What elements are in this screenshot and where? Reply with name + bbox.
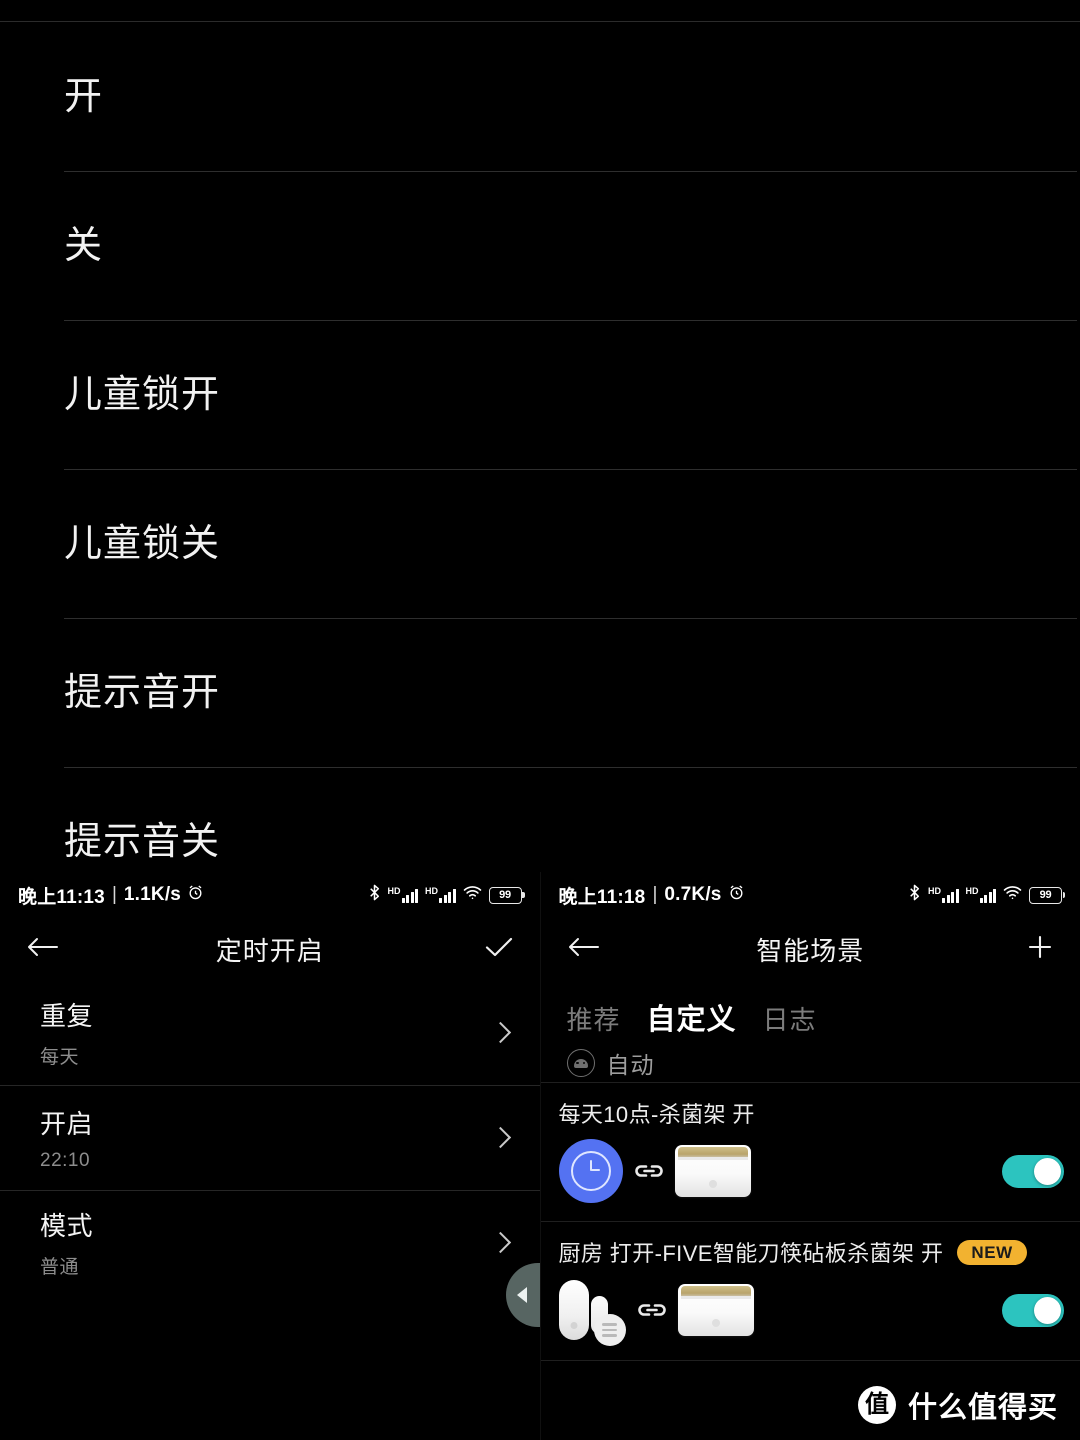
back-arrow-icon[interactable] [567, 935, 601, 964]
screenshot-root: 开 关 儿童锁开 儿童锁关 提示音开 提示音关 晚上11:13 | 1.1K/s… [0, 0, 1080, 1440]
scene-icon-chain [558, 1280, 754, 1346]
wifi-icon [463, 885, 482, 905]
door-sensor-icon [558, 1280, 626, 1346]
option-label: 儿童锁开 [64, 373, 221, 416]
settings-row-start-time[interactable]: 开启 22:10 [0, 1085, 540, 1190]
option-label: 开 [64, 75, 104, 118]
clock-icon [558, 1139, 623, 1203]
scene-card[interactable]: 厨房 打开-FIVE智能刀筷砧板杀菌架 开 NEW [541, 1222, 1080, 1360]
check-icon[interactable] [484, 935, 514, 964]
signal-bars-icon-2: HD [425, 885, 456, 903]
link-chain-icon [633, 1162, 665, 1180]
app-bar: 定时开启 [0, 918, 540, 980]
scene-toggle[interactable] [1002, 1154, 1064, 1188]
timer-settings-pane: 晚上11:13 | 1.1K/s HD HD 99 定时开启 重复 每天 开启 … [0, 872, 540, 1440]
scene-icon-chain [558, 1139, 751, 1203]
bluetooth-icon [908, 884, 921, 906]
network-speed: 1.1K/s [123, 884, 182, 905]
settings-row-value: 每天 [40, 1047, 80, 1068]
watermark: 值 什么值得买 [857, 1384, 1058, 1426]
hd-label-2: HD [965, 885, 979, 896]
page-title: 定时开启 [215, 935, 324, 966]
chevron-right-icon [489, 1126, 511, 1149]
option-label: 提示音开 [64, 671, 221, 714]
settings-row-title: 模式 [40, 1211, 94, 1241]
list-item[interactable]: 开 [0, 22, 1080, 171]
new-badge: NEW [957, 1239, 1027, 1265]
screenshot-pair: 晚上11:13 | 1.1K/s HD HD 99 定时开启 重复 每天 开启 … [0, 872, 1080, 1440]
option-list[interactable]: 开 关 儿童锁开 儿童锁关 提示音开 提示音关 [0, 22, 1080, 872]
tab-log[interactable]: 日志 [763, 1000, 817, 1037]
alarm-clock-icon [187, 884, 204, 907]
chevron-right-icon [489, 1021, 511, 1044]
status-bar-left: 晚上11:18 | 0.7K/s [559, 882, 745, 909]
option-list-panel: 开 关 儿童锁开 儿童锁关 提示音开 提示音关 [0, 0, 1080, 872]
bluetooth-icon [368, 884, 381, 906]
status-separator: | [111, 884, 117, 905]
list-badge-icon [593, 1314, 626, 1346]
list-item[interactable]: 关 [0, 171, 1080, 320]
back-arrow-icon[interactable] [26, 935, 60, 964]
signal-bars-icon: HD [928, 885, 959, 903]
smart-scenes-pane: 晚上11:18 | 0.7K/s HD HD 99 智能场景 推荐 自定义 日志… [539, 872, 1080, 1440]
scene-title: 厨房 打开-FIVE智能刀筷砧板杀菌架 开 [558, 1241, 944, 1266]
status-bar-right: HD HD 99 [908, 884, 1065, 906]
option-label: 关 [64, 224, 104, 267]
settings-row-value: 22:10 [40, 1149, 91, 1171]
clock-time: 晚上11:18 [558, 886, 646, 908]
page-title: 智能场景 [756, 935, 865, 966]
app-bar: 智能场景 [541, 918, 1080, 980]
scene-tabs: 推荐 自定义 日志 [541, 980, 1080, 1038]
signal-bars-icon: HD [387, 885, 418, 903]
section-header-auto: 自动 [541, 1038, 1080, 1082]
sterilizer-rack-icon [677, 1284, 754, 1336]
clock-time: 晚上11:13 [18, 886, 105, 908]
status-bar-left: 晚上11:13 | 1.1K/s [18, 882, 204, 909]
settings-row-mode[interactable]: 模式 普通 [0, 1190, 540, 1295]
divider [540, 1360, 1080, 1361]
settings-list: 重复 每天 开启 22:10 模式 普通 [0, 980, 540, 1295]
section-title: 自动 [606, 1052, 655, 1078]
battery-level: 99 [499, 889, 511, 901]
tab-custom[interactable]: 自定义 [647, 996, 737, 1038]
status-bar: 晚上11:18 | 0.7K/s HD HD 99 [541, 872, 1080, 918]
status-bar-right: HD HD 99 [368, 884, 525, 906]
robot-icon [566, 1049, 595, 1077]
settings-row-title: 开启 [40, 1108, 94, 1139]
hd-label: HD [928, 885, 941, 896]
battery-icon: 99 [1029, 886, 1065, 904]
wifi-icon [1003, 885, 1022, 905]
network-speed: 0.7K/s [664, 884, 722, 905]
hd-label: HD [387, 885, 401, 896]
watermark-text: 什么值得买 [907, 1392, 1058, 1424]
status-separator: | [652, 884, 658, 905]
plus-icon[interactable] [1026, 933, 1054, 966]
list-item[interactable]: 提示音开 [0, 618, 1080, 767]
tab-recommended[interactable]: 推荐 [567, 1000, 621, 1037]
status-bar: 晚上11:13 | 1.1K/s HD HD 99 [0, 872, 540, 918]
watermark-logo-icon: 值 [857, 1386, 896, 1424]
link-chain-icon [636, 1301, 668, 1319]
option-label: 提示音关 [64, 820, 221, 863]
scene-title: 每天10点-杀菌架 开 [558, 1102, 755, 1127]
list-item[interactable]: 提示音关 [0, 767, 1080, 872]
alarm-clock-icon [728, 884, 745, 907]
signal-bars-icon-2: HD [965, 885, 996, 903]
scene-card[interactable]: 每天10点-杀菌架 开 [541, 1083, 1080, 1221]
scene-toggle[interactable] [1002, 1293, 1064, 1327]
hd-label-2: HD [425, 885, 438, 896]
chevron-right-icon [489, 1231, 511, 1254]
settings-row-title: 重复 [40, 1001, 94, 1031]
battery-level: 99 [1039, 889, 1052, 901]
sterilizer-rack-icon [674, 1145, 751, 1197]
option-label: 儿童锁关 [64, 522, 221, 565]
settings-row-value: 普通 [40, 1257, 80, 1278]
list-item[interactable]: 儿童锁开 [0, 320, 1080, 469]
settings-row-repeat[interactable]: 重复 每天 [0, 980, 540, 1085]
battery-icon: 99 [488, 886, 525, 904]
list-item[interactable]: 儿童锁关 [0, 469, 1080, 618]
